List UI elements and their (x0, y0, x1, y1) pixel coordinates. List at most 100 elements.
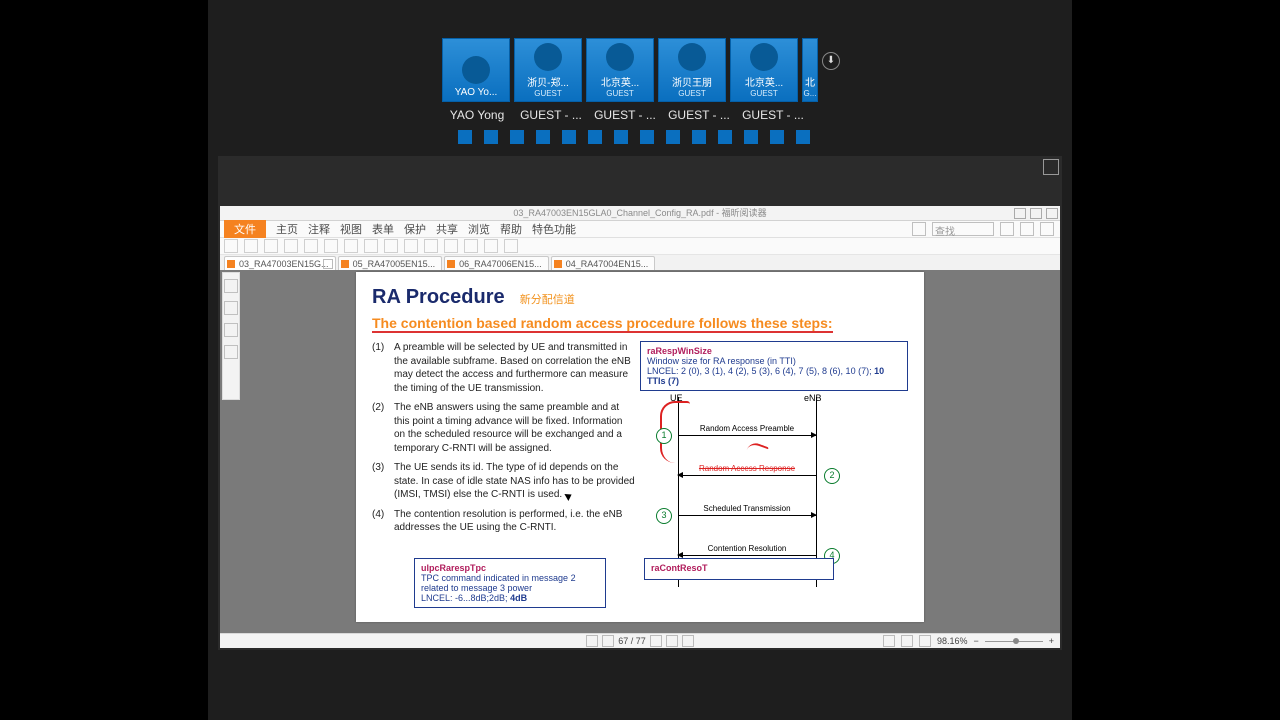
mini-tile[interactable] (458, 130, 472, 144)
menu-item[interactable]: 保护 (404, 221, 426, 237)
last-page-icon[interactable] (666, 635, 678, 647)
participant-label: GUEST - ... (590, 108, 660, 122)
first-page-icon[interactable] (586, 635, 598, 647)
highlight-icon[interactable] (444, 239, 458, 253)
menu-item[interactable]: 主页 (276, 221, 298, 237)
menu-item[interactable]: 注释 (308, 221, 330, 237)
document-viewport[interactable]: RA Procedure 新分配信道 The contention based … (220, 270, 1060, 634)
window-title: 03_RA47003EN15GLA0_Channel_Config_RA.pdf… (513, 208, 766, 218)
layers-icon[interactable] (224, 345, 238, 359)
mini-tile[interactable] (692, 130, 706, 144)
mini-tile[interactable] (536, 130, 550, 144)
zoom-out-icon[interactable]: − (973, 636, 978, 646)
oval-icon[interactable] (384, 239, 398, 253)
settings-gear-icon[interactable] (1020, 222, 1034, 236)
search-input[interactable]: 查找 (932, 222, 994, 236)
mini-tile[interactable] (588, 130, 602, 144)
close-tab-icon[interactable] (323, 259, 333, 269)
participant-tile[interactable]: 北京英...GUEST (586, 38, 654, 102)
menu-item[interactable]: 浏览 (468, 221, 490, 237)
mini-tile[interactable] (484, 130, 498, 144)
search-go-icon[interactable] (1000, 222, 1014, 236)
participant-tile[interactable]: YAO Yo... (442, 38, 510, 102)
rect-icon[interactable] (364, 239, 378, 253)
status-bar: 67 / 77 98.16% − + (220, 633, 1060, 648)
mini-tile[interactable] (510, 130, 524, 144)
mini-tile[interactable] (770, 130, 784, 144)
attachments-icon[interactable] (224, 323, 238, 337)
continuous-icon[interactable] (901, 635, 913, 647)
menu-item[interactable]: 表单 (372, 221, 394, 237)
window-titlebar: 03_RA47003EN15GLA0_Channel_Config_RA.pdf… (220, 206, 1060, 221)
menu-item[interactable]: 共享 (436, 221, 458, 237)
thumbnails-icon[interactable] (224, 301, 238, 315)
menu-item[interactable]: 帮助 (500, 221, 522, 237)
slide-title: RA Procedure (372, 286, 505, 308)
save-icon[interactable] (244, 239, 258, 253)
maximize-icon[interactable] (1043, 159, 1059, 175)
pdf-icon (447, 260, 455, 268)
redo-icon[interactable] (304, 239, 318, 253)
slide-subtitle: 新分配信道 (520, 294, 575, 306)
restore-icon[interactable] (1030, 208, 1042, 219)
pdf-icon (227, 260, 235, 268)
participant-labels: YAO Yong GUEST - ... GUEST - ... GUEST -… (442, 108, 808, 122)
participant-tile[interactable]: 浙贝王朋GUEST (658, 38, 726, 102)
step-circle-1: 1 (656, 428, 672, 444)
open-icon[interactable] (224, 239, 238, 253)
stamp-icon[interactable] (504, 239, 518, 253)
page-indicator[interactable]: 67 / 77 (618, 636, 646, 646)
minimize-icon[interactable] (1014, 208, 1026, 219)
single-page-icon[interactable] (883, 635, 895, 647)
step-circle-3: 3 (656, 508, 672, 524)
zoom-slider[interactable] (985, 641, 1043, 642)
search-icon[interactable] (912, 222, 926, 236)
expand-participants-icon[interactable]: ⬇ (822, 52, 840, 70)
participant-label: GUEST - ... (516, 108, 586, 122)
ulpcRarespTpc-box: ulpcRarespTpc TPC command indicated in m… (414, 558, 606, 608)
participant-tile-overflow[interactable]: 北G... (802, 38, 818, 102)
mini-tile[interactable] (796, 130, 810, 144)
next-page-icon[interactable] (650, 635, 662, 647)
mini-tile[interactable] (744, 130, 758, 144)
menu-item[interactable]: 视图 (340, 221, 362, 237)
mini-tile[interactable] (666, 130, 680, 144)
undo-icon[interactable] (284, 239, 298, 253)
hand-icon[interactable] (344, 239, 358, 253)
mini-tile[interactable] (640, 130, 654, 144)
zoom-in-icon[interactable]: + (1049, 636, 1054, 646)
step-circle-2: 2 (824, 468, 840, 484)
participant-label: GUEST - ... (664, 108, 734, 122)
mini-tile[interactable] (614, 130, 628, 144)
line-icon[interactable] (404, 239, 418, 253)
bookmarks-icon[interactable] (224, 279, 238, 293)
select-icon[interactable] (324, 239, 338, 253)
text-icon[interactable] (464, 239, 478, 253)
facing-icon[interactable] (919, 635, 931, 647)
pdf-icon (341, 260, 349, 268)
participant-tile[interactable]: 北京英...GUEST (730, 38, 798, 102)
eraser-icon[interactable] (484, 239, 498, 253)
print-icon[interactable] (264, 239, 278, 253)
side-panel (222, 272, 240, 400)
menu-file[interactable]: 文件 (224, 220, 266, 238)
bookmark-icon[interactable] (1040, 222, 1054, 236)
participant-label: YAO Yong (442, 108, 512, 122)
raContResoT-box: raContResoT (644, 558, 834, 580)
close-icon[interactable] (1046, 208, 1058, 219)
pencil-icon[interactable] (424, 239, 438, 253)
prev-page-icon[interactable] (602, 635, 614, 647)
pdf-icon (554, 260, 562, 268)
mini-tile[interactable] (718, 130, 732, 144)
mini-tile[interactable] (562, 130, 576, 144)
participant-tile[interactable]: 浙贝-郑...GUEST (514, 38, 582, 102)
sequence-diagram: raRespWinSize Window size for RA respons… (644, 341, 908, 587)
slide-heading: The contention based random access proce… (372, 315, 833, 333)
arrow-response: Random Access Response (678, 475, 816, 476)
raRespWinSize-box: raRespWinSize Window size for RA respons… (640, 341, 908, 391)
page-layout-icon[interactable] (682, 635, 694, 647)
enb-label: eNB (804, 393, 822, 403)
steps-list: (1)A preamble will be selected by UE and… (372, 341, 636, 587)
participant-minis-row (458, 130, 810, 144)
menu-item[interactable]: 特色功能 (532, 221, 576, 237)
